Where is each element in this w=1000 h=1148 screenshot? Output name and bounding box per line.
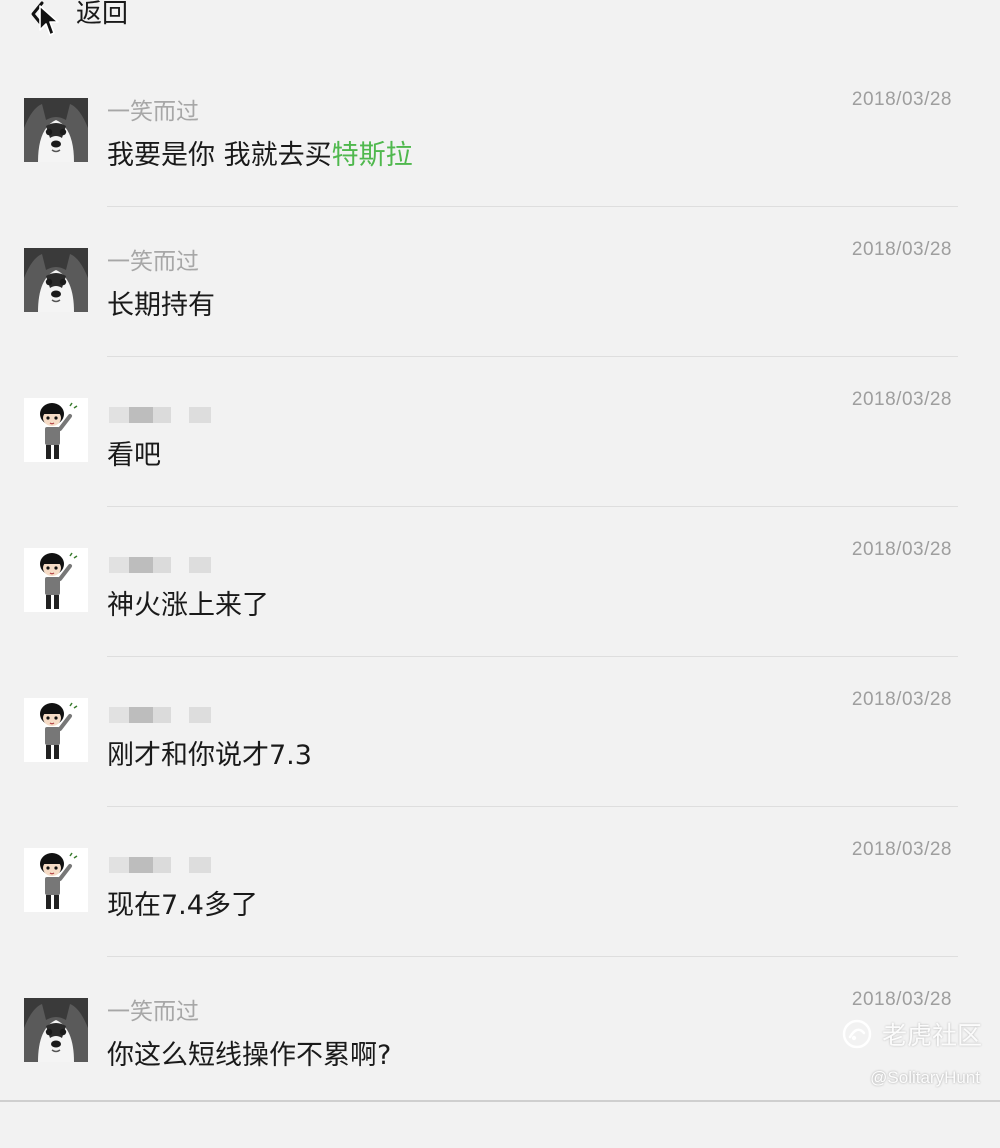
comment-text: 你这么短线操作不累啊?: [107, 1038, 391, 1074]
back-label: 返回: [76, 0, 129, 29]
divider: [107, 656, 958, 657]
comment-text-body: 神火涨上来了: [107, 590, 269, 621]
comment-text: 看吧: [107, 438, 161, 474]
comment-text-body: 你这么短线操作不累啊?: [107, 1040, 392, 1071]
comment-item: 2018/03/28 神火涨上来了: [0, 539, 1000, 698]
sender-name[interactable]: 一笑而过: [107, 248, 199, 276]
comment-text-body: 现在7.4多了: [107, 890, 258, 921]
comment-text: 长期持有: [107, 288, 215, 324]
comment-text: 神火涨上来了: [107, 588, 269, 624]
watermark-handle: @SolitaryHunt: [870, 1068, 980, 1087]
timestamp: 2018/03/28: [851, 689, 952, 710]
husky-avatar[interactable]: [24, 248, 88, 312]
cartoon-boy-avatar[interactable]: [24, 398, 88, 462]
husky-avatar[interactable]: [24, 98, 88, 162]
divider: [107, 806, 958, 807]
timestamp: 2018/03/28: [851, 389, 952, 410]
sender-name-blurred[interactable]: [107, 404, 217, 426]
divider: [107, 956, 958, 957]
timestamp: 2018/03/28: [851, 839, 952, 860]
timestamp: 2018/03/28: [851, 989, 952, 1010]
cartoon-boy-avatar[interactable]: [24, 548, 88, 612]
stock-link[interactable]: 特斯拉: [332, 140, 413, 171]
sender-name[interactable]: 一笑而过: [107, 98, 199, 126]
sender-name-blurred[interactable]: [107, 704, 217, 726]
sender-name[interactable]: 一笑而过: [107, 998, 199, 1026]
comment-item: 一笑而过 2018/03/28 我要是你 我就去买特斯拉: [0, 89, 1000, 248]
chevron-left-icon: [28, 0, 58, 31]
back-button[interactable]: 返回: [28, 0, 128, 34]
timestamp: 2018/03/28: [851, 539, 952, 560]
husky-avatar[interactable]: [24, 998, 88, 1062]
comment-text: 现在7.4多了: [107, 888, 258, 924]
comment-text: 刚才和你说才7.3: [107, 738, 312, 774]
timestamp: 2018/03/28: [851, 89, 952, 110]
divider: [107, 206, 958, 207]
top-bar: 返回: [0, 0, 1000, 40]
comment-item: 一笑而过 2018/03/28 长期持有: [0, 239, 1000, 398]
timestamp: 2018/03/28: [851, 239, 952, 260]
comment-text: 我要是你 我就去买特斯拉: [107, 138, 413, 174]
comment-item: 2018/03/28 看吧: [0, 389, 1000, 548]
sender-name-blurred[interactable]: [107, 854, 217, 876]
watermark-brand: 老虎社区: [881, 1021, 982, 1050]
watermark: 老虎社区: [842, 1016, 982, 1052]
cartoon-boy-avatar[interactable]: [24, 698, 88, 762]
comment-item: 2018/03/28 刚才和你说才7.3: [0, 689, 1000, 848]
comment-text-body: 刚才和你说才7.3: [107, 740, 312, 771]
comment-text-body: 长期持有: [107, 290, 215, 321]
sender-name-blurred[interactable]: [107, 554, 217, 576]
divider: [107, 356, 958, 357]
divider: [107, 506, 958, 507]
cartoon-boy-avatar[interactable]: [24, 848, 88, 912]
tiger-logo-icon: [842, 1019, 872, 1049]
comment-item: 2018/03/28 现在7.4多了: [0, 839, 1000, 998]
comment-text-body: 我要是你 我就去买: [107, 140, 332, 171]
comment-text-body: 看吧: [107, 440, 161, 471]
